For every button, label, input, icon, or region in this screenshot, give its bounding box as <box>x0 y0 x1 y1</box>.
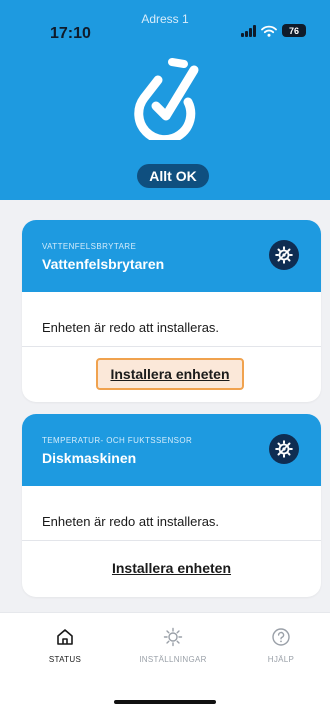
tab-status[interactable]: STATUS <box>10 627 120 664</box>
home-icon <box>57 629 73 645</box>
tab-settings[interactable]: INSTÄLLNINGAR <box>118 627 228 664</box>
install-device-button[interactable]: Installera enheten <box>96 358 244 390</box>
help-icon <box>272 628 290 646</box>
wifi-icon <box>261 25 277 37</box>
gear-icon <box>275 246 293 264</box>
tab-label: HJÄLP <box>267 655 295 664</box>
install-device-link[interactable]: Installera enheten <box>22 560 321 576</box>
gear-icon <box>275 440 293 458</box>
bottom-tab-bar: STATUS INSTÄLLNINGAR HJÄLP <box>0 612 330 711</box>
device-settings-button[interactable] <box>269 434 299 464</box>
device-card-header: VATTENFELSBRYTARE Vattenfelsbrytaren <box>22 220 321 292</box>
signal-icon <box>241 24 256 37</box>
device-card: VATTENFELSBRYTARE Vattenfelsbrytaren Enh… <box>22 220 321 402</box>
device-status-message: Enheten är redo att installeras. <box>42 514 220 529</box>
tab-label: STATUS <box>48 655 82 664</box>
device-type-label: VATTENFELSBRYTARE <box>42 242 137 251</box>
device-settings-button[interactable] <box>269 240 299 270</box>
device-status-message: Enheten är redo att installeras. <box>42 320 220 335</box>
home-indicator <box>114 700 216 704</box>
device-card: TEMPERATUR- OCH FUKTSSENSOR Diskmaskinen… <box>22 414 321 597</box>
system-icons: 76 <box>241 24 306 37</box>
divider <box>22 540 321 541</box>
tab-label: INSTÄLLNINGAR <box>139 655 207 664</box>
device-name: Vattenfelsbrytaren <box>42 256 165 272</box>
tab-help[interactable]: HJÄLP <box>226 627 330 664</box>
status-bar: 17:10 Adress 1 76 <box>0 0 330 60</box>
drop-check-logo-icon <box>134 58 199 140</box>
status-badge: Allt OK <box>137 164 209 188</box>
sun-gear-icon <box>163 627 183 647</box>
status-time: 17:10 <box>50 25 91 42</box>
divider <box>22 346 321 347</box>
header: 17:10 Adress 1 76 Allt OK <box>0 0 330 200</box>
device-name: Diskmaskinen <box>42 450 137 466</box>
device-type-label: TEMPERATUR- OCH FUKTSSENSOR <box>42 436 193 445</box>
device-card-header: TEMPERATUR- OCH FUKTSSENSOR Diskmaskinen <box>22 414 321 486</box>
battery-icon: 76 <box>282 24 306 37</box>
